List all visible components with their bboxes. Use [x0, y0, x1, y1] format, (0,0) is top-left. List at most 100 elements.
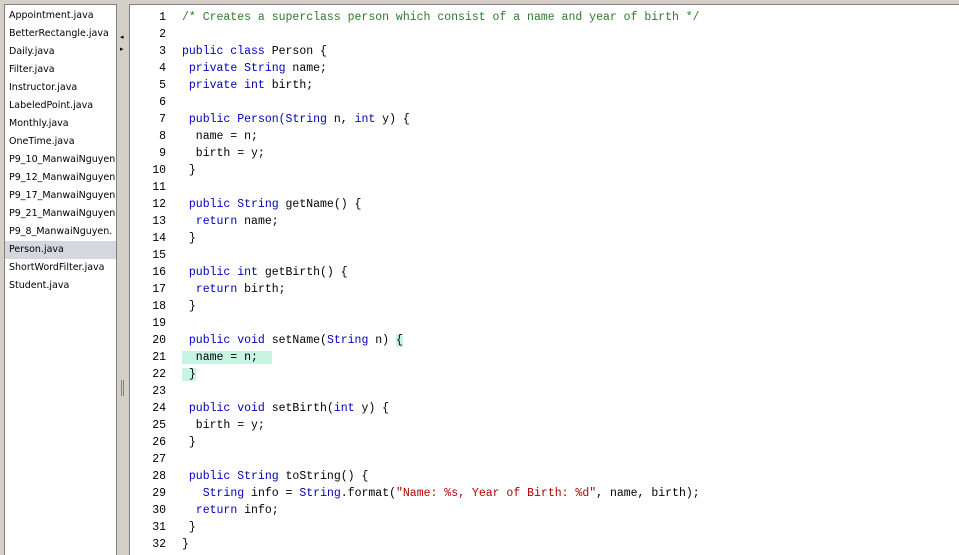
- file-list-item[interactable]: Filter.java: [5, 61, 116, 79]
- code-token: n,: [326, 113, 355, 126]
- code-token: name;: [285, 62, 327, 75]
- code-token: String: [299, 487, 341, 500]
- code-line: private int birth;: [182, 77, 313, 94]
- file-list-item[interactable]: Appointment.java: [5, 7, 116, 25]
- code-token: birth;: [237, 283, 286, 296]
- code-token: y) {: [375, 113, 410, 126]
- line-number: 8: [159, 130, 166, 143]
- collapse-left-arrow-icon[interactable]: ◂: [120, 34, 124, 41]
- code-line: }: [182, 536, 189, 553]
- code-token: private String: [188, 62, 286, 75]
- code-line: }: [182, 519, 196, 536]
- code-line: }: [182, 162, 196, 179]
- code-token: public String: [188, 198, 279, 211]
- line-number: 15: [152, 249, 166, 262]
- line-number: 18: [152, 300, 166, 313]
- code-token: Person(String: [237, 113, 327, 126]
- code-token: public int: [188, 266, 258, 279]
- code-line: }: [182, 366, 196, 383]
- line-number: 5: [159, 79, 166, 92]
- file-list-item[interactable]: Person.java: [5, 241, 116, 259]
- line-number: 28: [152, 470, 166, 483]
- code-line: birth = y;: [182, 417, 265, 434]
- code-token: .format(: [340, 487, 396, 500]
- code-editor[interactable]: 1 2 3 4 5 6 7 8 9 10 11 12 13 14 15 16 17 18 19 20 21 22 23 24 2…: [129, 4, 959, 555]
- line-number: 3: [159, 45, 166, 58]
- code-token: int: [333, 402, 355, 415]
- code-line: public class Person {: [182, 43, 327, 60]
- code-token: birth = y;: [182, 419, 265, 432]
- code-token: return: [195, 504, 238, 517]
- code-token: info =: [244, 487, 300, 500]
- line-number: 25: [152, 419, 166, 432]
- line-number: 9: [159, 147, 166, 160]
- code-line: }: [182, 298, 196, 315]
- line-number: 27: [152, 453, 166, 466]
- code-line: return name;: [182, 213, 279, 230]
- code-token: {: [395, 334, 403, 347]
- line-number: 13: [152, 215, 166, 228]
- file-list-item[interactable]: BetterRectangle.java: [5, 25, 116, 43]
- line-number: 20: [152, 334, 166, 347]
- file-list: Appointment.java BetterRectangle.java Dail…: [5, 5, 116, 295]
- code-token: info;: [237, 504, 279, 517]
- splitter-grip-icon[interactable]: [121, 380, 124, 396]
- file-list-item[interactable]: P9_21_ManwaiNguyen: [5, 205, 116, 223]
- file-list-item[interactable]: ShortWordFilter.java: [5, 259, 116, 277]
- code-token: }: [182, 368, 196, 381]
- expand-right-arrow-icon[interactable]: ▸: [120, 46, 124, 53]
- line-number: 11: [152, 181, 166, 194]
- code-token: }: [182, 538, 189, 551]
- line-number: 7: [159, 113, 166, 126]
- code-token: birth = y;: [182, 147, 265, 160]
- code-text-area[interactable]: /* Creates a superclass person which con…: [182, 5, 959, 555]
- line-number: 16: [152, 266, 166, 279]
- file-list-item[interactable]: LabeledPoint.java: [5, 97, 116, 115]
- code-token: String: [326, 334, 369, 347]
- code-token: "Name: %s, Year of Birth: %d": [396, 487, 597, 500]
- line-number: 22: [152, 368, 166, 381]
- code-line: public void setBirth(int y) {: [182, 400, 389, 417]
- line-number: 2: [159, 28, 166, 41]
- file-list-item[interactable]: Daily.java: [5, 43, 116, 61]
- line-number: 14: [152, 232, 166, 245]
- code-token: int: [354, 113, 376, 126]
- code-line: name = n;: [182, 128, 258, 145]
- code-line: return info;: [182, 502, 279, 519]
- line-number: 26: [152, 436, 166, 449]
- line-number: 10: [152, 164, 166, 177]
- code-line: }: [182, 434, 196, 451]
- line-number: 24: [152, 402, 166, 415]
- file-list-item[interactable]: P9_17_ManwaiNguyen: [5, 187, 116, 205]
- line-number: 6: [159, 96, 166, 109]
- file-list-item[interactable]: Instructor.java: [5, 79, 116, 97]
- code-token: y) {: [354, 402, 390, 415]
- panel-splitter[interactable]: ◂ ▸: [117, 4, 129, 555]
- code-token: }: [182, 521, 196, 534]
- file-list-panel: Appointment.java BetterRectangle.java Dail…: [4, 4, 117, 555]
- line-number: 29: [152, 487, 166, 500]
- file-list-item[interactable]: P9_8_ManwaiNguyen.: [5, 223, 116, 241]
- code-line: String info = String.format("Name: %s, Y…: [182, 485, 700, 502]
- file-list-item[interactable]: Monthly.java: [5, 115, 116, 133]
- line-number: 31: [152, 521, 166, 534]
- code-token: return: [195, 215, 238, 228]
- line-number: 12: [152, 198, 166, 211]
- file-list-item[interactable]: P9_12_ManwaiNguyen: [5, 169, 116, 187]
- file-list-item[interactable]: OneTime.java: [5, 133, 116, 151]
- code-token: /* Creates a superclass person which con…: [182, 11, 700, 24]
- code-token: , name, birth);: [596, 487, 700, 500]
- code-line: public String getName() {: [182, 196, 362, 213]
- file-list-item[interactable]: Student.java: [5, 277, 116, 295]
- line-number-gutter: 1 2 3 4 5 6 7 8 9 10 11 12 13 14 15 16 17 18 19 20 21 22 23 24 2…: [130, 5, 172, 555]
- code-line: birth = y;: [182, 145, 265, 162]
- code-line: }: [182, 230, 196, 247]
- file-list-item[interactable]: P9_10_ManwaiNguyen: [5, 151, 116, 169]
